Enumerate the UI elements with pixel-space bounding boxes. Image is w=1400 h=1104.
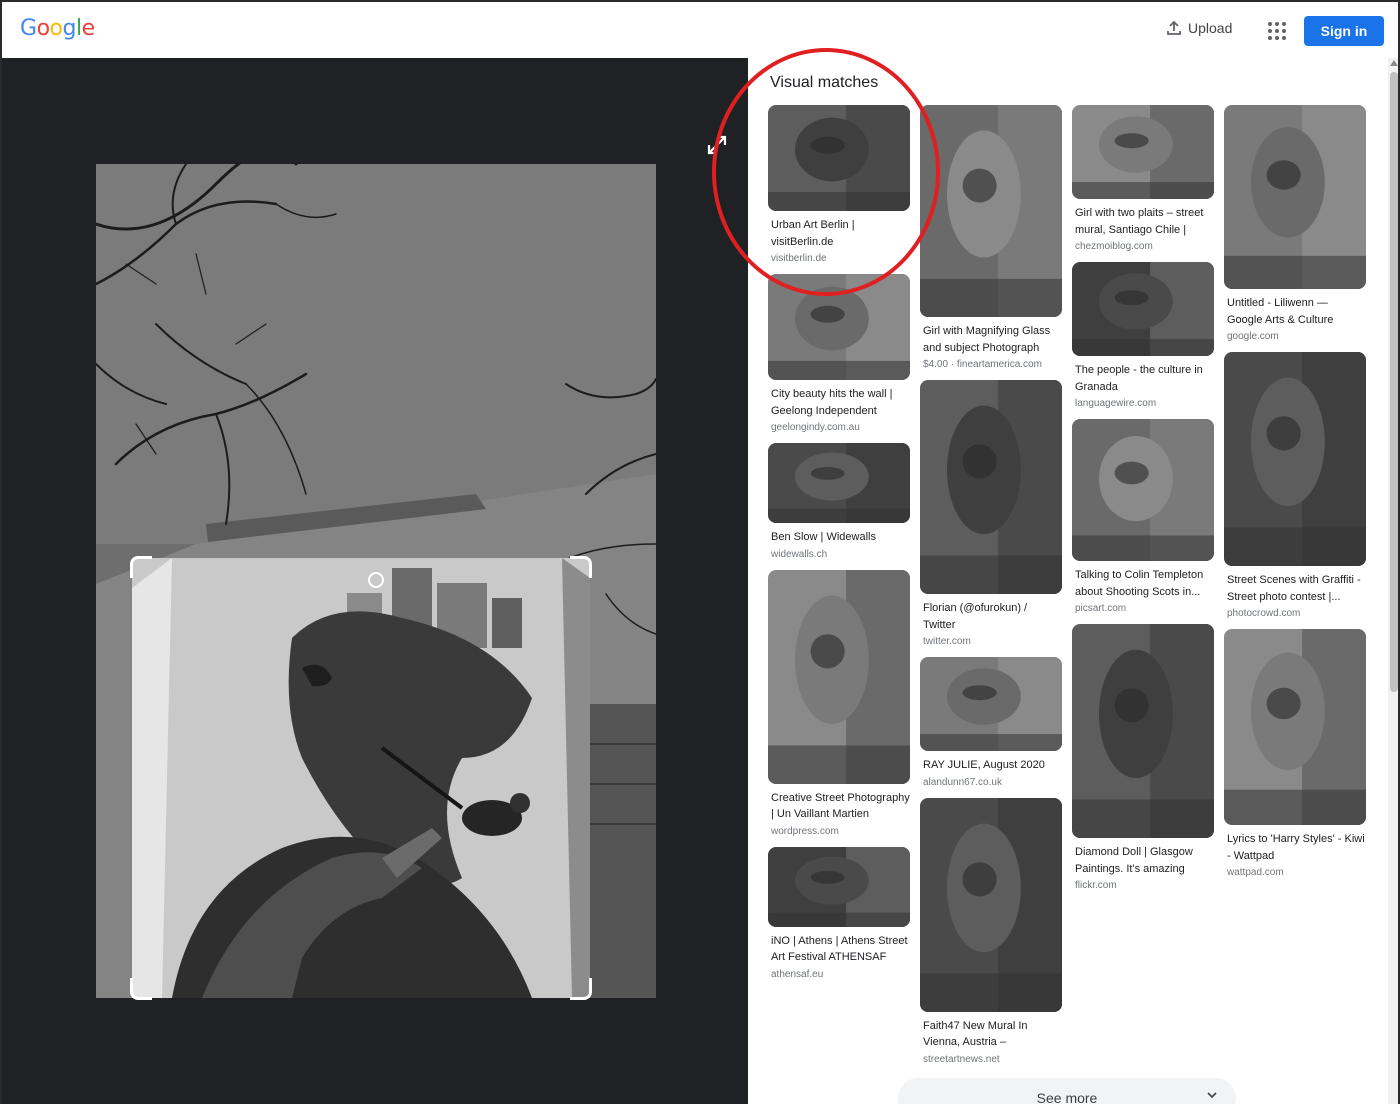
results-column-3: Girl with two plaits – street mural, San…	[1072, 105, 1214, 901]
result-source: chezmoiblog.com	[1075, 241, 1153, 252]
result-card[interactable]: Urban Art Berlin | visitBerlin.de visitbe…	[768, 105, 910, 266]
result-title[interactable]: iNO | Athens | Athens Street Art Festiva…	[768, 933, 910, 966]
result-title[interactable]: Florian (@ofurokun) / Twitter	[920, 600, 1062, 633]
scroll-up-arrow-icon[interactable]	[1390, 60, 1398, 66]
result-source: athensaf.eu	[771, 968, 824, 980]
result-title[interactable]: Faith47 New Mural In Vienna, Austria – S…	[920, 1018, 1062, 1051]
google-logo[interactable]: Google	[20, 16, 95, 41]
upload-label: Upload	[1188, 20, 1233, 36]
result-source: wordpress.com	[771, 825, 839, 837]
result-thumbnail[interactable]	[768, 274, 910, 380]
result-card[interactable]: Street Scenes with Graffiti - Street pho…	[1224, 352, 1366, 621]
see-more-label: See more	[1036, 1090, 1098, 1104]
result-thumbnail[interactable]	[920, 797, 1062, 1012]
chevron-down-icon	[1207, 1092, 1217, 1099]
mural-illustration	[132, 558, 590, 998]
result-title[interactable]: Lyrics to 'Harry Styles' - Kiwi - Wattpa…	[1224, 831, 1366, 864]
result-source: photocrowd.com	[1227, 608, 1301, 619]
result-card[interactable]: iNO | Athens | Athens Street Art Festiva…	[768, 846, 910, 982]
result-thumbnail[interactable]	[768, 846, 910, 927]
result-title[interactable]: RAY JULIE, August 2020	[920, 757, 1062, 774]
result-thumbnail[interactable]	[920, 105, 1062, 317]
crop-selection-box[interactable]	[130, 556, 592, 1000]
result-source: picsart.com	[1075, 603, 1127, 614]
fullscreen-expand-icon[interactable]	[706, 134, 728, 156]
result-title[interactable]: Girl with two plaits – street mural, San…	[1072, 205, 1214, 238]
result-card[interactable]: Creative Street Photography | Un Vaillan…	[768, 569, 910, 839]
result-thumbnail[interactable]	[920, 380, 1062, 594]
result-source: twitter.com	[923, 636, 971, 647]
crop-move-handle[interactable]	[368, 572, 384, 588]
result-card[interactable]: Lyrics to 'Harry Styles' - Kiwi - Wattpa…	[1224, 629, 1366, 880]
result-card[interactable]: City beauty hits the wall | Geelong Inde…	[768, 274, 910, 435]
upload-icon	[1167, 20, 1181, 35]
result-source: widewalls.ch	[771, 548, 828, 560]
result-source: languagewire.com	[1075, 398, 1157, 409]
result-title[interactable]: Creative Street Photography | Un Vaillan…	[768, 790, 910, 823]
scrollbar-thumb[interactable]	[1390, 72, 1398, 692]
results-column-2: Girl with Magnifying Glass and subject P…	[920, 105, 1062, 1075]
crop-handle-bottom-left[interactable]	[130, 978, 152, 1000]
result-thumbnail[interactable]	[920, 657, 1062, 751]
crop-handle-top-left[interactable]	[130, 556, 152, 578]
upload-button[interactable]: Upload	[1166, 20, 1232, 36]
results-column-1: Urban Art Berlin | visitBerlin.de visitbe…	[768, 105, 910, 990]
top-bar: Google Upload Sign in	[2, 2, 1398, 58]
result-title[interactable]: Untitled - Liliwenn — Google Arts & Cult…	[1224, 295, 1366, 328]
result-source: streetartnews.net	[923, 1053, 1000, 1065]
results-panel: Visual matches Urban Art Berlin | visitB…	[748, 58, 1388, 1104]
sign-in-button[interactable]: Sign in	[1304, 16, 1384, 46]
result-thumbnail[interactable]	[1224, 629, 1366, 825]
image-viewer-panel	[2, 58, 748, 1104]
result-title[interactable]: The people - the culture in Granada	[1072, 362, 1214, 395]
browser-frame: Google Upload Sign in Visual matches Urb…	[0, 0, 1400, 1104]
result-title[interactable]: Talking to Colin Templeton about Shootin…	[1072, 567, 1214, 600]
result-thumbnail[interactable]	[768, 105, 910, 211]
result-card[interactable]: RAY JULIE, August 2020 alandunn67.co.uk	[920, 657, 1062, 790]
crop-handle-top-right[interactable]	[570, 556, 592, 578]
crop-handle-bottom-right[interactable]	[570, 978, 592, 1000]
result-thumbnail[interactable]	[1072, 624, 1214, 838]
result-card[interactable]: Talking to Colin Templeton about Shootin…	[1072, 419, 1214, 616]
result-title[interactable]: Urban Art Berlin | visitBerlin.de	[768, 217, 910, 250]
result-title[interactable]: Diamond Doll | Glasgow Paintings. It's a…	[1072, 844, 1214, 877]
result-source: geelongindy.com.au	[771, 422, 860, 433]
result-card[interactable]: Girl with two plaits – street mural, San…	[1072, 105, 1214, 254]
result-thumbnail[interactable]	[1072, 419, 1214, 561]
result-title[interactable]: Ben Slow | Widewalls	[768, 529, 910, 546]
results-scrollbar[interactable]	[1388, 58, 1398, 1104]
results-column-4: Untitled - Liliwenn — Google Arts & Cult…	[1224, 105, 1366, 888]
result-thumbnail[interactable]	[1224, 105, 1366, 289]
logo-text: Google	[20, 16, 95, 41]
see-more-button[interactable]: See more	[898, 1078, 1236, 1104]
result-card[interactable]: Florian (@ofurokun) / Twitter twitter.com	[920, 380, 1062, 649]
result-thumbnail[interactable]	[1224, 352, 1366, 566]
result-thumbnail[interactable]	[1072, 262, 1214, 356]
result-thumbnail[interactable]	[1072, 105, 1214, 199]
apps-grid-icon[interactable]	[1268, 22, 1286, 40]
result-title[interactable]: City beauty hits the wall | Geelong Inde…	[768, 386, 910, 419]
visual-matches-heading: Visual matches	[770, 74, 879, 91]
result-card[interactable]: Ben Slow | Widewalls widewalls.ch	[768, 443, 910, 562]
result-card[interactable]: Diamond Doll | Glasgow Paintings. It's a…	[1072, 624, 1214, 893]
result-card[interactable]: Untitled - Liliwenn — Google Arts & Cult…	[1224, 105, 1366, 344]
result-title[interactable]: Street Scenes with Graffiti - Street pho…	[1224, 572, 1366, 605]
result-card[interactable]: The people - the culture in Granada langu…	[1072, 262, 1214, 411]
result-card[interactable]: Girl with Magnifying Glass and subject P…	[920, 105, 1062, 372]
result-thumbnail[interactable]	[768, 569, 910, 784]
result-title[interactable]: Girl with Magnifying Glass and subject P…	[920, 323, 1062, 356]
result-thumbnail[interactable]	[768, 443, 910, 523]
result-source: $4.00 · fineartamerica.com	[923, 359, 1042, 370]
result-source: flickr.com	[1075, 880, 1117, 891]
mural-crop-preview	[132, 558, 590, 998]
result-source: wattpad.com	[1227, 867, 1284, 878]
result-source: google.com	[1227, 331, 1279, 342]
result-card[interactable]: Faith47 New Mural In Vienna, Austria – S…	[920, 797, 1062, 1067]
result-source: alandunn67.co.uk	[923, 776, 1002, 788]
result-source: visitberlin.de	[771, 253, 827, 264]
